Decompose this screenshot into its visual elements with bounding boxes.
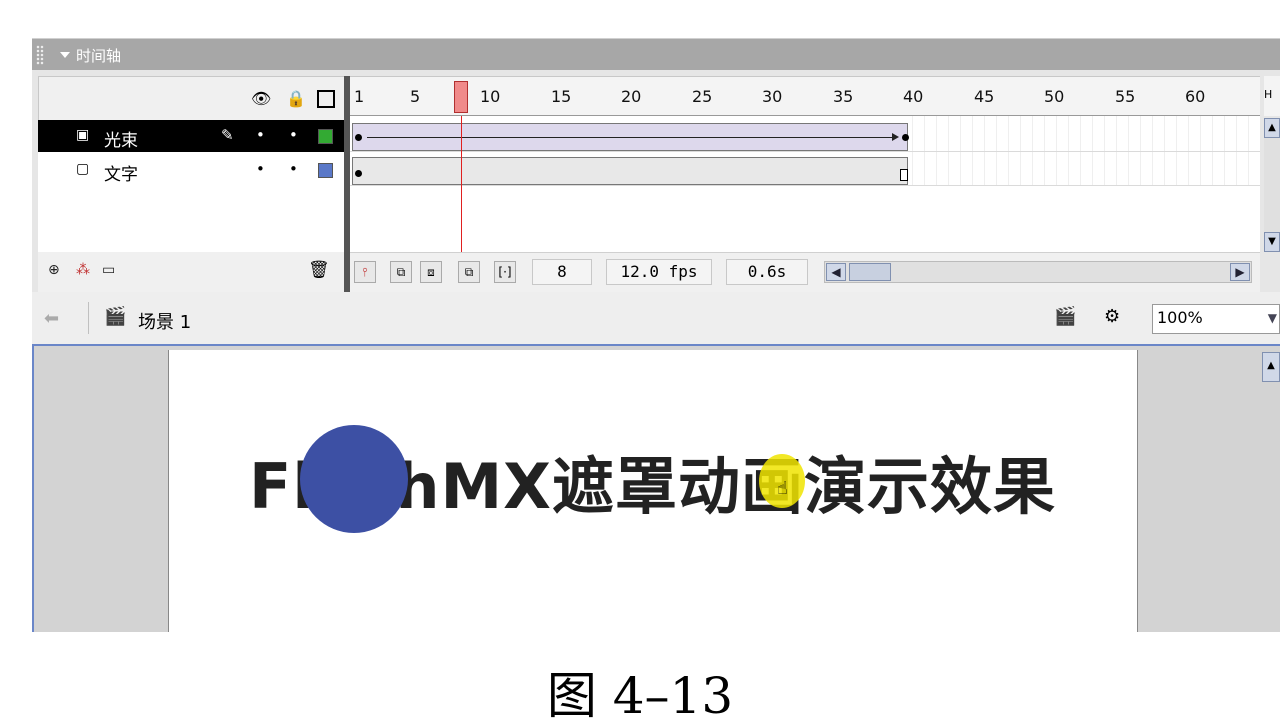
zoom-select[interactable]: 100% ▼	[1152, 304, 1280, 334]
keyframe-dot[interactable]	[355, 134, 362, 141]
ruler-label: 50	[1044, 87, 1065, 106]
timeline-vscroll[interactable]: ▲ ▼	[1264, 118, 1280, 252]
static-frame-span[interactable]	[352, 157, 908, 185]
stage-scroll-up-icon[interactable]: ▲	[1262, 352, 1280, 382]
ruler-end: H	[1264, 76, 1280, 116]
layer-color-swatch[interactable]	[318, 163, 333, 178]
onion-outline-icon[interactable]: ⧈	[420, 261, 442, 283]
separator	[88, 302, 89, 334]
layer-icon: ▣	[76, 127, 90, 143]
ruler-label: 30	[762, 87, 783, 106]
playhead-line	[461, 116, 462, 256]
figure-caption: 图 4–13	[546, 667, 734, 725]
layer-list: 👁 🔒 ▣ 光束 ✎ • • ▢ 文字 • • ⊕ ⁂ ▭ 🗑	[38, 76, 344, 292]
playhead[interactable]	[454, 81, 468, 113]
ruler-label: 5	[410, 87, 421, 106]
layer-color-swatch[interactable]	[318, 129, 333, 144]
outline-icon[interactable]	[317, 90, 335, 108]
layer-name: 光束	[104, 131, 138, 151]
current-frame-field: 8	[532, 259, 592, 285]
edit-bar: ⬅ 🎬 场景 1 🎬 ⚙ 100% ▼	[32, 292, 1280, 346]
tween-arrow-icon	[367, 133, 899, 141]
flash-window: 时间轴 👁 🔒 ▣ 光束 ✎ • • ▢ 文字 • • ⊕ ⁂ ▭ 🗑 1 5 …	[0, 0, 1280, 725]
ruler-label: 40	[903, 87, 924, 106]
zoom-value: 100%	[1157, 308, 1203, 327]
onion-markers-icon[interactable]: [·]	[494, 261, 516, 283]
add-guide-layer-icon[interactable]: ⁂	[76, 262, 90, 278]
trash-icon[interactable]: 🗑	[308, 260, 330, 280]
ruler-label: 55	[1115, 87, 1136, 106]
scroll-right-icon[interactable]: ▶	[1230, 263, 1250, 281]
lock-icon[interactable]: 🔒	[286, 89, 306, 108]
layer-footer: ⊕ ⁂ ▭ 🗑	[38, 252, 344, 292]
frame-ruler[interactable]: 1 5 10 15 20 25 30 35 40 45 50 55 60	[350, 76, 1260, 116]
end-frame-marker[interactable]	[900, 169, 908, 181]
add-folder-icon[interactable]: ▭	[102, 262, 115, 278]
hand-cursor-icon: ☝	[777, 478, 788, 499]
fps-field[interactable]: 12.0 fps	[606, 259, 712, 285]
scene-label[interactable]: 场景 1	[138, 308, 191, 334]
frame-area: 1 5 10 15 20 25 30 35 40 45 50 55 60 ⫯ ⧉…	[350, 76, 1260, 292]
ruler-label: 10	[480, 87, 501, 106]
chevron-down-icon[interactable]: ▼	[1268, 311, 1277, 325]
back-arrow-icon[interactable]: ⬅	[44, 308, 59, 329]
scroll-up-icon[interactable]: ▲	[1264, 118, 1280, 138]
stage-area: FlashMX遮罩动画演示效果 ☝ ▲	[32, 346, 1280, 632]
ruler-label: 35	[833, 87, 854, 106]
timeline-hscroll[interactable]: ◀ ▶	[824, 261, 1252, 283]
edit-scene-icon[interactable]: 🎬	[1054, 306, 1076, 327]
layer-icon: ▢	[76, 161, 90, 177]
center-frame-icon[interactable]: ⫯	[354, 261, 376, 283]
frame-row-wenzi[interactable]	[350, 154, 1260, 186]
scene-icon: 🎬	[104, 306, 127, 327]
scroll-left-icon[interactable]: ◀	[826, 263, 846, 281]
edit-multiple-frames-icon[interactable]: ⧉	[458, 261, 480, 283]
ruler-label: 45	[974, 87, 995, 106]
onion-skin-icon[interactable]: ⧉	[390, 261, 412, 283]
layer-row-guangshu[interactable]: ▣ 光束 ✎ • •	[38, 120, 344, 152]
keyframe-dot[interactable]	[902, 134, 909, 141]
ruler-label: 20	[621, 87, 642, 106]
scroll-thumb[interactable]	[849, 263, 891, 281]
ruler-label: 25	[692, 87, 713, 106]
edit-symbol-icon[interactable]: ⚙	[1104, 306, 1120, 327]
grip-icon[interactable]	[36, 45, 44, 65]
mask-circle[interactable]	[300, 425, 408, 533]
panel-title: 时间轴	[76, 47, 122, 65]
ruler-label: 1	[354, 87, 365, 106]
ruler-label: 60	[1185, 87, 1206, 106]
lock-dot[interactable]: •	[289, 126, 298, 144]
lock-dot[interactable]: •	[289, 160, 298, 178]
layer-name: 文字	[104, 165, 138, 185]
stage[interactable]: FlashMX遮罩动画演示效果 ☝	[168, 350, 1138, 632]
keyframe-dot[interactable]	[355, 170, 362, 177]
timeline-panel-header[interactable]: 时间轴	[32, 38, 1280, 70]
eye-icon[interactable]: 👁	[251, 89, 271, 108]
visibility-dot[interactable]: •	[256, 160, 265, 178]
elapsed-time-field: 0.6s	[726, 259, 808, 285]
motion-tween-span[interactable]	[352, 123, 908, 151]
scroll-down-icon[interactable]: ▼	[1264, 232, 1280, 252]
layer-row-wenzi[interactable]: ▢ 文字 • •	[38, 154, 344, 186]
timeline: 👁 🔒 ▣ 光束 ✎ • • ▢ 文字 • • ⊕ ⁂ ▭ 🗑 1 5 10 1…	[32, 70, 1280, 292]
pencil-icon: ✎	[221, 126, 234, 144]
visibility-dot[interactable]: •	[256, 126, 265, 144]
ruler-label: 15	[551, 87, 572, 106]
collapse-arrow-icon[interactable]	[60, 52, 70, 58]
timeline-status-bar: ⫯ ⧉ ⧈ ⧉ [·] 8 12.0 fps 0.6s ◀ ▶	[350, 252, 1260, 292]
add-layer-icon[interactable]: ⊕	[48, 262, 60, 278]
layer-header: 👁 🔒	[38, 76, 344, 120]
frame-row-guangshu[interactable]	[350, 120, 1260, 152]
